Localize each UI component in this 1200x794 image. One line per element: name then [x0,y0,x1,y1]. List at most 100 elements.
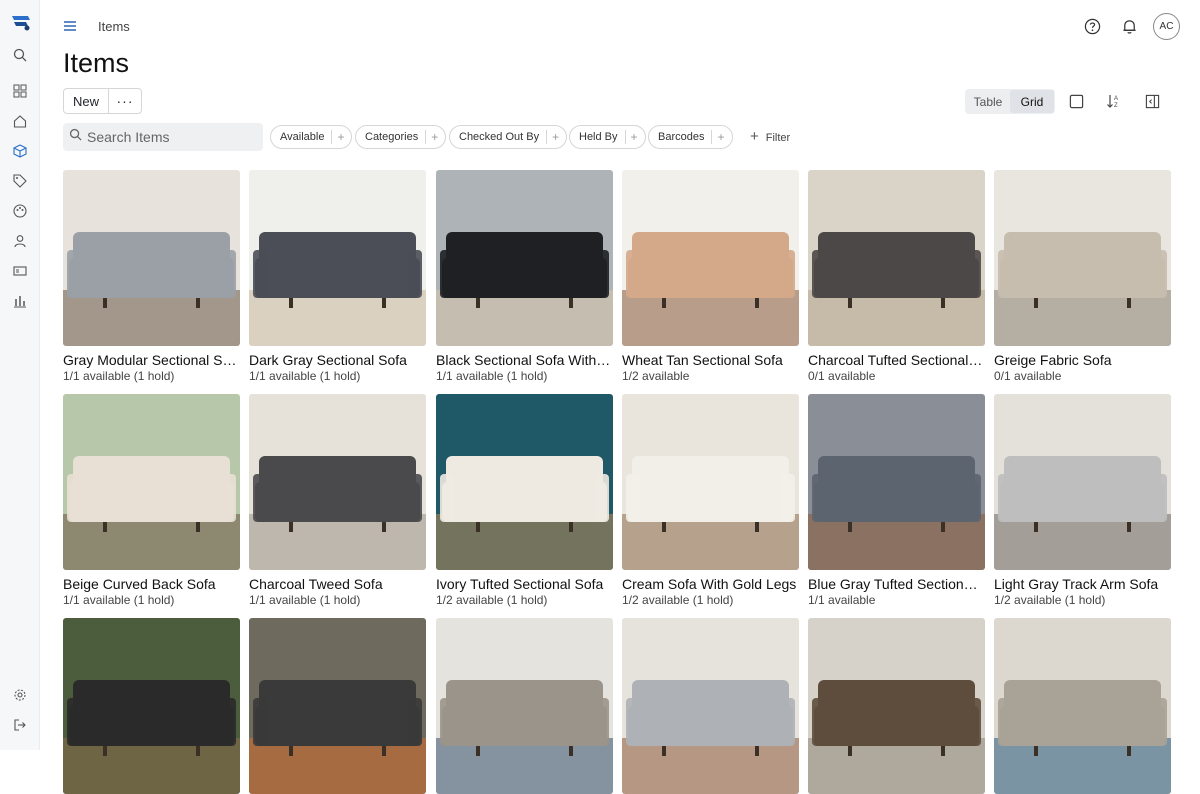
item-name[interactable]: Charcoal Tweed Sofa [249,576,426,592]
gear-icon[interactable] [11,686,29,704]
search-input[interactable] [87,129,257,145]
new-button[interactable]: New [64,89,109,113]
item-card[interactable] [994,618,1171,794]
item-photo[interactable] [436,394,613,570]
item-card[interactable] [63,618,240,794]
plus-icon[interactable]: + [425,130,445,144]
item-name[interactable]: Blue Gray Tufted Sectional Sofa [808,576,985,592]
sort-icon[interactable]: AZ [1105,92,1123,110]
item-card[interactable]: Cream Sofa With Gold Legs 1/2 available (… [622,394,799,607]
item-name[interactable]: Ivory Tufted Sectional Sofa [436,576,613,592]
item-photo[interactable] [994,618,1171,794]
item-availability: 0/1 available [994,369,1062,383]
item-photo[interactable] [63,170,240,346]
search-icon[interactable] [11,46,29,64]
filter-chip-checked-out-by[interactable]: Checked Out By + [449,125,568,149]
item-photo[interactable] [622,170,799,346]
item-name[interactable]: Wheat Tan Sectional Sofa [622,352,799,368]
item-photo[interactable] [63,618,240,794]
breadcrumb[interactable]: Items [98,19,130,34]
avatar[interactable]: AC [1153,13,1180,40]
item-photo[interactable] [436,170,613,346]
plus-icon[interactable]: + [711,130,731,144]
bell-icon[interactable] [1119,16,1139,36]
item-card[interactable]: Ivory Tufted Sectional Sofa 1/2 available… [436,394,613,607]
item-name[interactable]: Cream Sofa With Gold Legs [622,576,799,592]
help-icon[interactable] [1082,16,1102,36]
item-availability: 1/1 available (1 hold) [249,369,361,383]
item-card[interactable] [436,618,613,794]
item-name[interactable]: Light Gray Track Arm Sofa [994,576,1171,592]
item-name[interactable]: Gray Modular Sectional Sofa [63,352,240,368]
item-photo[interactable] [808,618,985,794]
item-photo[interactable] [249,170,426,346]
grid-view-button[interactable]: Grid [1010,90,1054,113]
id-card-icon[interactable] [11,262,29,280]
filter-chip-held-by[interactable]: Held By + [569,125,646,149]
item-card[interactable]: Charcoal Tweed Sofa 1/1 available (1 hold… [249,394,426,607]
item-availability: 1/1 available (1 hold) [436,369,548,383]
filter-chip-label: Categories [365,131,419,143]
item-card[interactable] [622,618,799,794]
search-bar [63,123,263,151]
view-toggle: Table Grid [965,89,1055,114]
item-photo[interactable] [622,618,799,794]
item-name[interactable]: Greige Fabric Sofa [994,352,1171,368]
plus-icon[interactable]: + [331,130,351,144]
plus-icon: + [750,128,759,145]
tag-icon[interactable] [11,172,29,190]
home-icon[interactable] [11,112,29,130]
item-availability: 1/1 available (1 hold) [249,593,361,607]
item-photo[interactable] [249,394,426,570]
item-photo[interactable] [994,170,1171,346]
item-name[interactable]: Dark Gray Sectional Sofa [249,352,426,368]
item-name[interactable]: Charcoal Tufted Sectional Sofa [808,352,985,368]
select-checkbox-icon[interactable] [1067,92,1085,110]
item-card[interactable] [808,618,985,794]
item-availability: 1/2 available (1 hold) [436,593,548,607]
dashboard-icon[interactable] [11,82,29,100]
item-card[interactable]: Black Sectional Sofa With Pillows1/1 ava… [436,170,613,383]
item-photo[interactable] [994,394,1171,570]
side-panel-icon[interactable] [1143,92,1161,110]
item-card[interactable]: Gray Modular Sectional Sofa 1/1 available… [63,170,240,383]
item-card[interactable]: Light Gray Track Arm Sofa 1/2 available (… [994,394,1171,607]
add-filter-button[interactable]: + Filter [750,128,791,145]
logout-icon[interactable] [11,716,29,734]
item-availability: 0/1 available [808,369,876,383]
item-card[interactable] [249,618,426,794]
item-name[interactable]: Beige Curved Back Sofa [63,576,240,592]
filter-chip-categories[interactable]: Categories + [355,125,447,149]
filter-chip-label: Checked Out By [459,131,540,143]
filter-chip-available[interactable]: Available + [270,125,353,149]
item-photo[interactable] [436,618,613,794]
user-icon[interactable] [11,232,29,250]
filter-chip-barcodes[interactable]: Barcodes + [648,125,733,149]
sidebar [0,0,40,750]
chart-icon[interactable] [11,292,29,310]
item-card[interactable]: Beige Curved Back Sofa 1/1 available (1 h… [63,394,240,607]
plus-icon[interactable]: + [546,130,566,144]
item-card[interactable]: Charcoal Tufted Sectional Sofa 0/1 availa… [808,170,985,383]
item-photo[interactable] [63,394,240,570]
item-photo[interactable] [808,394,985,570]
item-photo[interactable] [808,170,985,346]
filter-chip-label: Barcodes [658,131,705,143]
item-name[interactable]: Black Sectional Sofa With Pillows [436,352,613,368]
item-photo[interactable] [622,394,799,570]
new-button-group: New ··· [63,88,142,114]
app-logo-icon[interactable] [10,12,32,32]
svg-text:A: A [1114,96,1118,102]
menu-icon[interactable] [62,18,78,34]
item-card[interactable]: Blue Gray Tufted Sectional Sofa1/1 avail… [808,394,985,607]
item-card[interactable]: Greige Fabric Sofa 0/1 available [994,170,1171,383]
box-icon[interactable] [11,142,29,160]
item-card[interactable]: Wheat Tan Sectional Sofa 1/2 available [622,170,799,383]
item-card[interactable]: Dark Gray Sectional Sofa 1/1 available (1… [249,170,426,383]
item-photo[interactable] [249,618,426,794]
palette-icon[interactable] [11,202,29,220]
table-view-button[interactable]: Table [966,90,1010,113]
more-actions-button[interactable]: ··· [109,89,141,113]
add-filter-label: Filter [765,131,791,144]
plus-icon[interactable]: + [624,130,645,144]
